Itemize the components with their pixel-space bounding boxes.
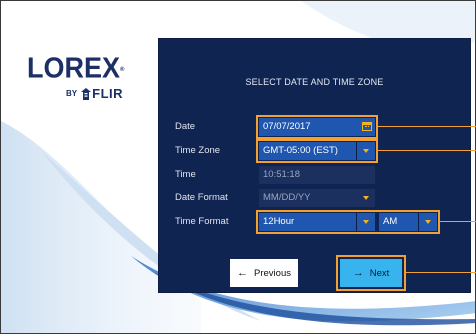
logo-text: LOREX bbox=[27, 52, 121, 84]
lorex-logo: LOREX® BY FLIR bbox=[27, 52, 125, 101]
date-format-value: MM/DD/YY bbox=[263, 192, 311, 203]
time-value: 10:51:18 bbox=[263, 169, 300, 180]
time-zone-label: Time Zone bbox=[175, 145, 221, 156]
date-format-select[interactable]: MM/DD/YY bbox=[259, 189, 375, 207]
time-format-highlight bbox=[256, 210, 440, 234]
time-zone-highlight bbox=[256, 139, 378, 163]
time-format-callout-line bbox=[439, 221, 476, 222]
next-callout-line bbox=[405, 272, 476, 273]
time-format-label: Time Format bbox=[175, 216, 229, 227]
logo-by-text: BY bbox=[66, 89, 78, 98]
next-highlight bbox=[336, 255, 406, 291]
time-zone-callout-line bbox=[377, 150, 476, 151]
date-callout-line bbox=[377, 126, 476, 127]
date-time-wizard-panel: SELECT DATE AND TIME ZONE Date 07/07/201… bbox=[158, 38, 471, 293]
chevron-down-icon[interactable] bbox=[357, 189, 375, 207]
page-title: SELECT DATE AND TIME ZONE bbox=[245, 77, 384, 87]
time-field: 10:51:18 bbox=[259, 166, 375, 184]
arrow-left-icon: ← bbox=[237, 267, 249, 279]
previous-button[interactable]: ← Previous bbox=[230, 259, 298, 287]
previous-label: Previous bbox=[254, 267, 291, 279]
time-label: Time bbox=[175, 169, 196, 180]
flir-flame-icon bbox=[81, 87, 92, 100]
date-format-label: Date Format bbox=[175, 192, 228, 203]
logo-flir-text: FLIR bbox=[92, 86, 124, 101]
date-label: Date bbox=[175, 121, 196, 132]
date-highlight bbox=[256, 115, 378, 139]
